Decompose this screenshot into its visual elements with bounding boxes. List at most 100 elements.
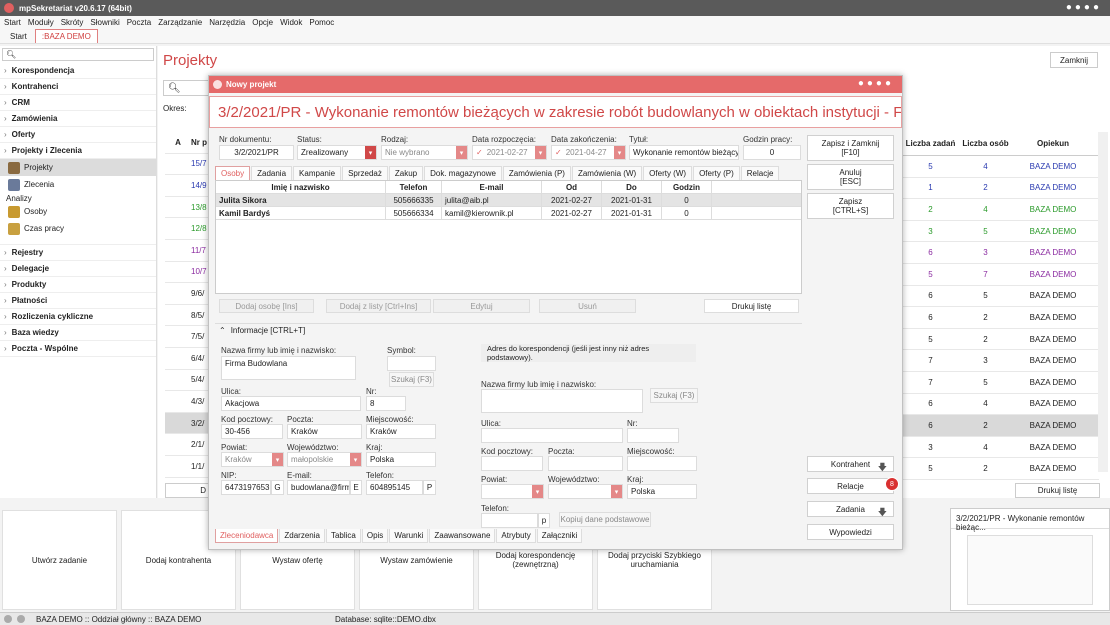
print-list-button[interactable]: Drukuj listę — [1015, 483, 1100, 498]
check-icon[interactable]: ✓ — [555, 148, 562, 157]
table-row[interactable]: 6 4 BAZA DEMO — [903, 394, 1099, 416]
r-firma-field[interactable] — [481, 389, 643, 413]
table-row[interactable]: 15/7 — [165, 154, 210, 176]
window-menu-icon[interactable]: ●●●● — [1066, 2, 1102, 13]
r-tel-field[interactable] — [481, 513, 538, 528]
sidebar-search-input[interactable]: 🔍︎ — [2, 48, 154, 61]
table-row[interactable]: 2/1/ — [165, 434, 210, 456]
r-ulica-field[interactable] — [481, 428, 623, 443]
search-f3-button[interactable]: Szukaj (F3) — [389, 372, 434, 387]
table-row[interactable]: 3 5 BAZA DEMO — [903, 221, 1099, 243]
dialog-tab-0[interactable]: Osoby — [215, 166, 251, 180]
save-button[interactable]: Zapisz [CTRL+S] — [807, 193, 894, 219]
table-row[interactable]: 3 4 BAZA DEMO — [903, 437, 1099, 459]
zadania-button[interactable]: Zadania 🡇 — [807, 501, 894, 517]
sidebar-category-5[interactable]: › Projekty i Zlecenia — [0, 143, 156, 159]
menu-poczta[interactable]: Poczta — [127, 18, 151, 27]
person-row[interactable]: Kamil Bardyś 505666334 kamil@kierownik.pl 2… — [216, 207, 801, 220]
table-row[interactable]: 5 7 BAZA DEMO — [903, 264, 1099, 286]
dialog-tab-2[interactable]: Kampanie — [293, 166, 342, 180]
bottom-tab-0[interactable]: Zleceniodawca — [215, 529, 279, 543]
email-field[interactable]: budowlana@firma — [287, 480, 350, 495]
rodzaj-select[interactable]: Nie wybrano ▾ — [381, 145, 468, 160]
r-tel-call-button[interactable]: p — [538, 513, 550, 528]
table-row[interactable]: 6 5 BAZA DEMO — [903, 286, 1099, 308]
bottom-tab-1[interactable]: Zdarzenia — [279, 529, 325, 543]
powiat-select[interactable]: Kraków ▾ — [221, 452, 284, 467]
edit-person-button[interactable]: Edytuj — [433, 299, 530, 313]
firma-field[interactable]: Firma Budowlana — [221, 356, 356, 380]
sidebar-category-0[interactable]: › Korespondencja — [0, 63, 156, 79]
sidebar-category-8[interactable]: › Produkty — [0, 277, 156, 293]
r-powiat-select[interactable]: ▾ — [481, 484, 544, 499]
window-thumbnail[interactable]: 3/2/2021/PR - Wykonanie remontów bieżąc.… — [950, 508, 1110, 611]
dialog-tab-7[interactable]: Zamówienia (W) — [571, 166, 643, 180]
copy-base-data-button[interactable]: Kopiuj dane podstawowe — [559, 512, 651, 527]
wypowiedzi-button[interactable]: Wypowiedzi — [807, 524, 894, 540]
add-from-list-button[interactable]: Dodaj z listy [Ctrl+Ins] — [326, 299, 431, 313]
sidebar-category-11[interactable]: › Baza wiedzy — [0, 325, 156, 341]
r-woj-select[interactable]: ▾ — [548, 484, 623, 499]
data-zak-field[interactable]: ✓ 2021-04-27 ▾ — [551, 145, 626, 160]
delete-person-button[interactable]: Usuń — [539, 299, 636, 313]
table-row[interactable]: 1/1/ — [165, 456, 210, 478]
table-row[interactable]: 6 2 BAZA DEMO — [903, 307, 1099, 329]
tab-baza-demo[interactable]: :BAZA DEMO — [34, 29, 98, 43]
r-miejscowosc-field[interactable] — [627, 456, 697, 471]
table-row[interactable]: 7 5 BAZA DEMO — [903, 372, 1099, 394]
r-kraj-field[interactable]: Polska — [627, 484, 697, 499]
table-row[interactable]: 8/5/ — [165, 305, 210, 327]
table-row[interactable]: 5 4 BAZA DEMO — [903, 156, 1099, 178]
table-row[interactable]: 6 3 BAZA DEMO — [903, 242, 1099, 264]
table-row[interactable]: 11/7 — [165, 240, 210, 262]
sidebar-category-1[interactable]: › Kontrahenci — [0, 79, 156, 95]
tel-call-button[interactable]: P — [423, 480, 436, 495]
table-row[interactable]: 7/5/ — [165, 326, 210, 348]
table-row[interactable]: 10/7 — [165, 262, 210, 284]
table-row[interactable]: 1 2 BAZA DEMO — [903, 178, 1099, 200]
bottom-tab-2[interactable]: Tablica — [325, 529, 361, 543]
sidebar-item-zlecenia[interactable]: Zlecenia — [0, 176, 156, 193]
table-row[interactable]: 5 2 BAZA DEMO — [903, 329, 1099, 351]
person-row[interactable]: Julita Sikora 505666335 julita@aib.pl 2021-… — [216, 194, 801, 207]
quick-action-tile[interactable]: Utwórz zadanie — [2, 510, 117, 610]
dialog-tab-10[interactable]: Relacje — [740, 166, 780, 180]
woj-select[interactable]: małopolskie ▾ — [287, 452, 362, 467]
sidebar-category-6[interactable]: › Rejestry — [0, 245, 156, 261]
status-select[interactable]: Zrealizowany ▾ — [297, 145, 377, 160]
table-row[interactable]: 2 4 BAZA DEMO — [903, 199, 1099, 221]
bottom-tab-7[interactable]: Załączniki — [536, 529, 583, 543]
r-kod-field[interactable] — [481, 456, 543, 471]
close-button[interactable]: Zamknij — [1050, 52, 1098, 68]
dialog-titlebar[interactable]: Nowy projekt ●●●● — [209, 76, 902, 93]
dialog-tab-9[interactable]: Oferty (P) — [693, 166, 740, 180]
table-row[interactable]: 6/4/ — [165, 348, 210, 370]
menu-skroty[interactable]: Skróty — [61, 18, 84, 27]
sidebar-item-czas-pracy[interactable]: Czas pracy — [0, 220, 156, 237]
kontrahent-button[interactable]: Kontrahent 🡇 — [807, 456, 894, 472]
kraj-field[interactable]: Polska — [366, 452, 436, 467]
dialog-tab-5[interactable]: Dok. magazynowe — [424, 166, 502, 180]
miejscowosc-field[interactable]: Kraków — [366, 424, 436, 439]
d-button[interactable]: D — [165, 483, 210, 498]
poczta-field[interactable]: Kraków — [287, 424, 362, 439]
menu-narzedzia[interactable]: Narzędzia — [209, 18, 245, 27]
save-close-button[interactable]: Zapisz i Zamknij [F10] — [807, 135, 894, 161]
tab-start[interactable]: Start — [4, 30, 33, 43]
sidebar-category-7[interactable]: › Delegacje — [0, 261, 156, 277]
sidebar-category-2[interactable]: › CRM — [0, 95, 156, 111]
tel-field[interactable]: 604895145 — [366, 480, 423, 495]
menu-zarzadzanie[interactable]: Zarządzanie — [158, 18, 202, 27]
menu-pomoc[interactable]: Pomoc — [309, 18, 334, 27]
bottom-tab-3[interactable]: Opis — [361, 529, 389, 543]
table-row[interactable]: 5/4/ — [165, 370, 210, 392]
relacje-button[interactable]: Relacje 8 — [807, 477, 899, 494]
bottom-tab-6[interactable]: Atrybuty — [496, 529, 536, 543]
r-nr-field[interactable] — [627, 428, 679, 443]
table-row[interactable]: 7 3 BAZA DEMO — [903, 350, 1099, 372]
menu-start[interactable]: Start — [4, 18, 21, 27]
info-section-header[interactable]: ⌃ Informacje [CTRL+T] — [215, 323, 802, 337]
bottom-tab-4[interactable]: Warunki — [389, 529, 429, 543]
r-poczta-field[interactable] — [548, 456, 623, 471]
dialog-tab-1[interactable]: Zadania — [251, 166, 293, 180]
